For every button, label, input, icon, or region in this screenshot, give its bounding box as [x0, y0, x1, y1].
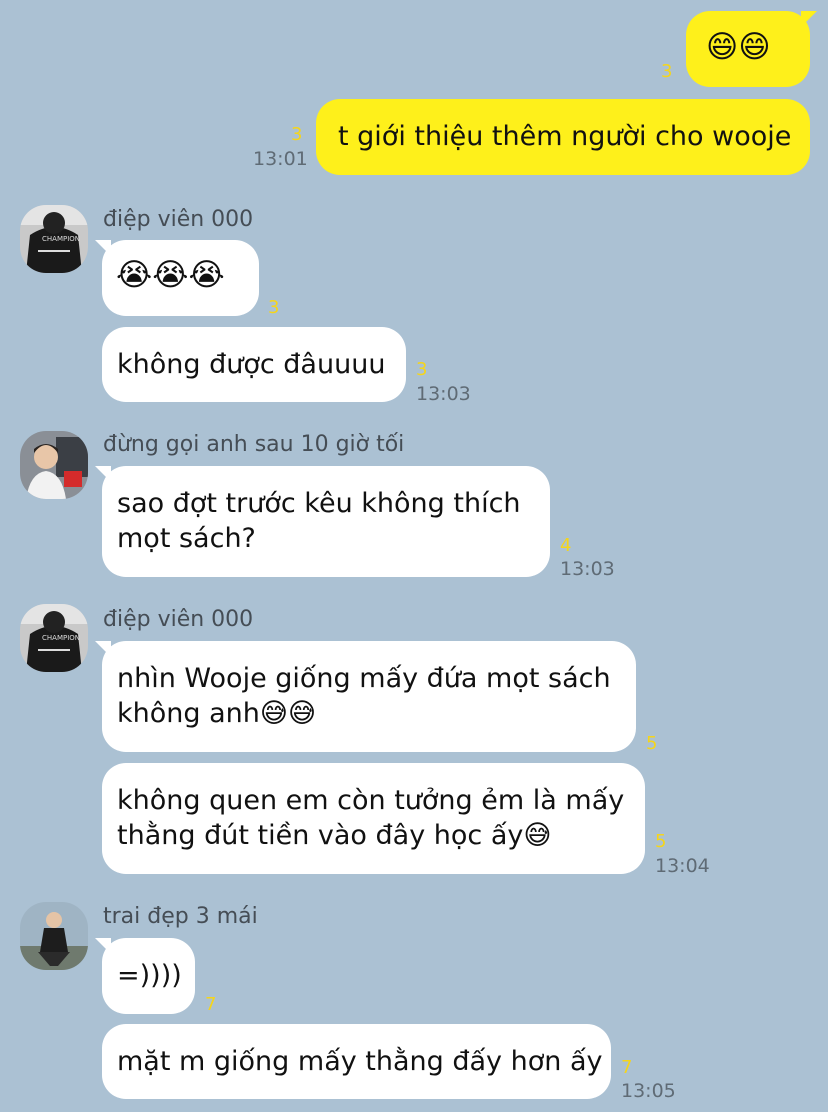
unread-count: 3 [416, 359, 428, 380]
sender-name: điệp viên 000 [103, 207, 254, 232]
incoming-message-bubble[interactable]: mặt m giống mấy thằng đấy hơn ấy [102, 1024, 611, 1099]
unread-count: 7 [205, 994, 217, 1015]
sender-avatar[interactable]: CHAMPION [20, 205, 88, 273]
incoming-message-bubble[interactable]: 😭😭😭 [95, 240, 259, 316]
outgoing-message-bubble[interactable]: 😄😄 [686, 11, 817, 87]
user-avatar-black-hoodie-icon: CHAMPION [20, 205, 88, 273]
sender-name: điệp viên 000 [103, 607, 254, 632]
unread-count: 5 [646, 733, 658, 754]
user-avatar-black-hoodie-icon: CHAMPION [20, 604, 88, 672]
unread-count: 3 [268, 297, 280, 318]
message-timestamp: 13:01 [253, 148, 308, 170]
sender-name: trai đẹp 3 mái [103, 904, 258, 929]
unread-count: 7 [621, 1057, 633, 1078]
user-avatar-man-red-bag-icon [20, 431, 88, 499]
message-timestamp: 13:04 [655, 855, 710, 877]
svg-text:CHAMPION: CHAMPION [42, 235, 80, 243]
message-timestamp: 13:03 [416, 383, 471, 405]
unread-count: 4 [560, 535, 572, 556]
unread-count: 3 [291, 124, 303, 145]
sender-avatar[interactable] [20, 902, 88, 970]
unread-count: 5 [655, 831, 667, 852]
message-timestamp: 13:03 [560, 558, 615, 580]
incoming-message-bubble[interactable]: sao đợt trước kêu không thích mọt sách? [95, 466, 550, 577]
incoming-message-bubble[interactable]: không quen em còn tưởng ẻm là mấy thằng … [102, 763, 645, 874]
incoming-message-bubble[interactable]: không được đâuuuu [102, 327, 406, 402]
outgoing-message-bubble[interactable]: t giới thiệu thêm người cho wooje [316, 99, 810, 175]
sender-avatar[interactable]: CHAMPION [20, 604, 88, 672]
sender-avatar[interactable] [20, 431, 88, 499]
sender-name: đừng gọi anh sau 10 giờ tối [103, 432, 405, 457]
unread-count: 3 [661, 61, 673, 82]
incoming-message-bubble[interactable]: nhìn Wooje giống mấy đứa mọt sách không … [95, 641, 636, 752]
message-timestamp: 13:05 [621, 1080, 676, 1102]
svg-text:CHAMPION: CHAMPION [42, 634, 80, 642]
user-avatar-man-crouching-icon [20, 902, 88, 970]
incoming-message-bubble[interactable]: =)))) [95, 938, 195, 1014]
